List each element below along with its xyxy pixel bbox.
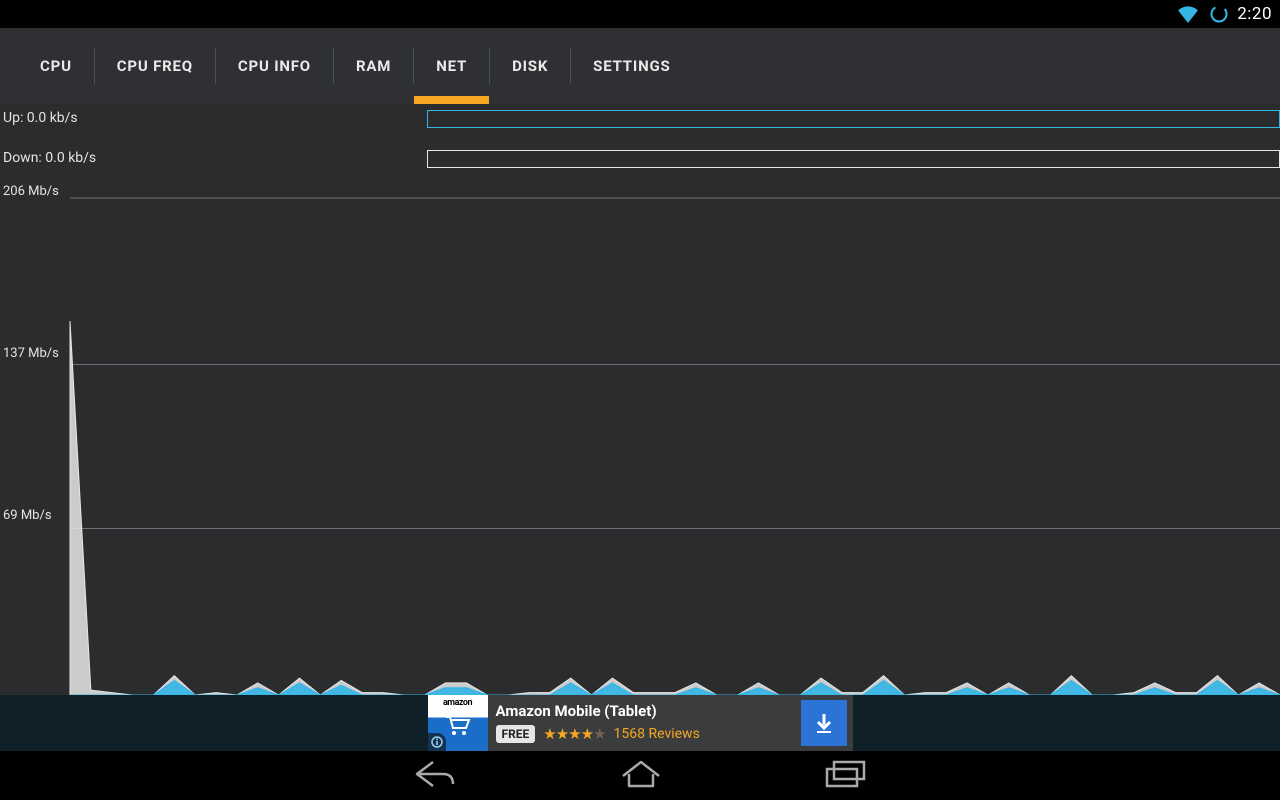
tab-label: RAM (356, 57, 391, 75)
tab-label: CPU (40, 57, 72, 75)
ad-reviews-count: 1568 Reviews (614, 726, 700, 742)
tab-net[interactable]: NET (414, 28, 489, 104)
y-tick-label: 206 Mb/s (3, 184, 59, 199)
download-arrow-icon (812, 711, 836, 735)
tab-cpu-info[interactable]: CPU INFO (216, 28, 333, 104)
loading-spinner-icon (1209, 4, 1229, 24)
back-button[interactable] (413, 758, 459, 794)
y-tick-label: 137 Mb/s (3, 346, 59, 361)
tab-disk[interactable]: DISK (490, 28, 570, 104)
net-up-row: Up: 0.0 kb/s (0, 104, 1280, 136)
tab-label: NET (436, 57, 467, 75)
y-tick-label: 69 Mb/s (3, 508, 52, 523)
tab-settings[interactable]: SETTINGS (571, 28, 692, 104)
tab-bar: CPU CPU FREQ CPU INFO RAM NET DISK SETTI… (0, 28, 1280, 104)
wifi-icon (1177, 5, 1199, 23)
net-up-bar (427, 110, 1280, 128)
net-content: Up: 0.0 kb/s Down: 0.0 kb/s 206 Mb/s 137… (0, 104, 1280, 695)
ad-brand-text: amazon (443, 698, 472, 708)
net-up-label: Up: 0.0 kb/s (3, 110, 78, 126)
cart-icon (442, 714, 474, 736)
ad-meta: Amazon Mobile (Tablet) FREE ★★★★★ 1568 R… (488, 695, 801, 751)
net-down-bar (427, 150, 1280, 168)
system-navbar (0, 751, 1280, 800)
ad-download-button[interactable] (801, 700, 847, 746)
net-down-label: Down: 0.0 kb/s (3, 150, 96, 166)
tab-label: CPU FREQ (117, 57, 193, 75)
ad-banner: amazon Amazon Mobile (Tablet) FREE ★★★★★… (0, 695, 1280, 751)
tab-label: DISK (512, 57, 548, 75)
ad-title: Amazon Mobile (Tablet) (496, 702, 801, 720)
net-down-row: Down: 0.0 kb/s (0, 144, 1280, 176)
tab-ram[interactable]: RAM (334, 28, 413, 104)
tab-label: CPU INFO (238, 57, 311, 75)
ad-star-rating: ★★★★★ (543, 725, 605, 743)
ad-box[interactable]: amazon Amazon Mobile (Tablet) FREE ★★★★★… (428, 695, 853, 751)
recent-apps-button[interactable] (823, 759, 867, 793)
status-clock: 2:20 (1237, 4, 1272, 24)
home-button[interactable] (619, 758, 663, 794)
tab-cpu[interactable]: CPU (18, 28, 94, 104)
tab-label: SETTINGS (593, 57, 670, 75)
ad-price-badge: FREE (496, 725, 536, 743)
tab-cpu-freq[interactable]: CPU FREQ (95, 28, 215, 104)
ad-app-icon: amazon (428, 695, 488, 751)
net-chart: 206 Mb/s 137 Mb/s 69 Mb/s (0, 178, 1280, 695)
status-bar: 2:20 (0, 0, 1280, 28)
ad-info-icon[interactable] (428, 733, 446, 751)
chart-canvas (0, 178, 1280, 695)
